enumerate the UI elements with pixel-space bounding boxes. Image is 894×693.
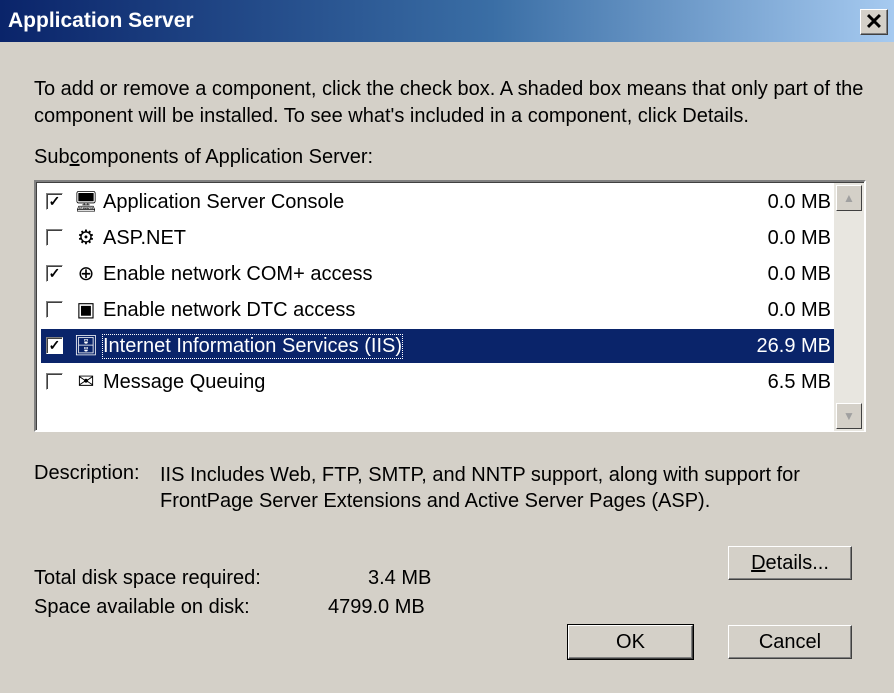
vertical-scrollbar[interactable]: ▲ ▼ [834,183,864,431]
list-item[interactable]: ✉ Message Queuing 6.5 MB [41,365,843,399]
subcomponents-label: Subcomponents of Application Server: [34,146,374,168]
component-size: 0.0 MB [767,299,831,321]
close-button[interactable]: ✕ [860,9,888,35]
close-icon: ✕ [864,9,884,34]
intro-text: To add or remove a component, click the … [34,78,864,127]
scroll-down-button[interactable]: ▼ [836,403,862,429]
cancel-button[interactable]: Cancel [728,625,852,659]
message-queuing-icon: ✉ [77,371,95,393]
list-item-selected[interactable]: ✓ 🗄 Internet Information Services (IIS) … [41,329,843,363]
available-disk-label: Space available on disk: [34,596,250,618]
details-button[interactable]: Details... [728,546,852,580]
component-name: ASP.NET [103,227,186,249]
list-item[interactable]: ✓ 🖥 Application Server Console 0.0 MB [41,185,843,219]
list-item[interactable]: ⚙ ASP.NET 0.0 MB [41,221,843,255]
description-label: Description: [34,462,140,484]
dtc-icon: ▣ [76,299,96,321]
scroll-up-button[interactable]: ▲ [836,185,862,211]
list-item[interactable]: ▣ Enable network DTC access 0.0 MB [41,293,843,327]
available-disk-value: 4799.0 MB [328,596,425,618]
component-checkbox[interactable]: ✓ [46,337,63,354]
component-name: Message Queuing [103,371,266,393]
com-plus-icon: ⊕ [77,263,95,285]
component-checkbox[interactable] [46,229,63,246]
component-size: 26.9 MB [756,335,831,357]
component-size: 0.0 MB [767,227,831,249]
aspnet-gears-icon: ⚙ [77,227,95,249]
ok-button[interactable]: OK [567,624,694,660]
component-name: Enable network COM+ access [103,263,373,285]
component-checkbox[interactable] [46,301,63,318]
subcomponents-list[interactable]: ✓ 🖥 Application Server Console 0.0 MB ⚙ … [34,180,866,432]
component-checkbox[interactable]: ✓ [46,193,63,210]
total-disk-value: 3.4 MB [368,567,432,589]
arrow-down-icon: ▼ [843,409,855,423]
iis-server-icon: 🗄 [73,335,99,357]
component-name: Application Server Console [103,191,345,213]
component-name: Internet Information Services (IIS) [101,334,404,359]
component-size: 6.5 MB [767,371,831,393]
component-size: 0.0 MB [767,191,831,213]
component-checkbox[interactable]: ✓ [46,265,63,282]
title-bar[interactable]: Application Server ✕ [0,0,894,42]
total-disk-label: Total disk space required: [34,567,261,589]
window-title: Application Server [8,9,194,32]
component-size: 0.0 MB [767,263,831,285]
list-item[interactable]: ✓ ⊕ Enable network COM+ access 0.0 MB [41,257,843,291]
component-name: Enable network DTC access [103,299,356,321]
arrow-up-icon: ▲ [843,191,855,205]
component-checkbox[interactable] [46,373,63,390]
description-text: IIS Includes Web, FTP, SMTP, and NNTP su… [160,464,800,512]
console-icon: 🖥 [73,191,99,213]
